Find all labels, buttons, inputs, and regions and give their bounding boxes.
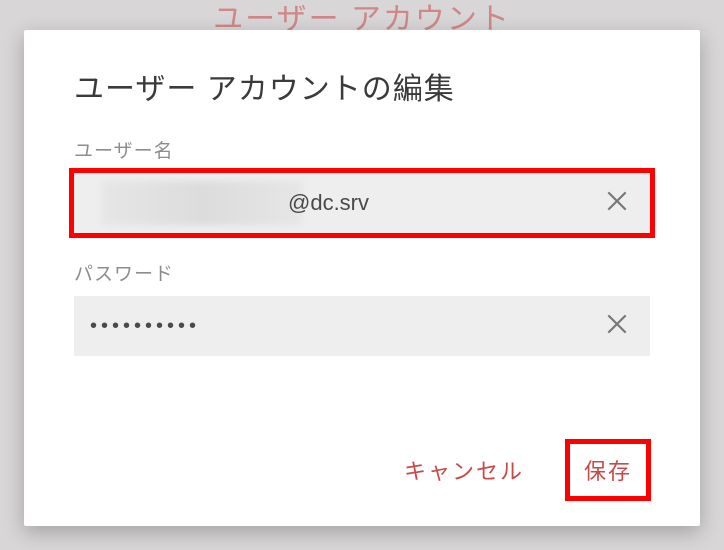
cancel-button[interactable]: キャンセル	[390, 444, 538, 496]
dialog-actions: キャンセル 保存	[74, 444, 650, 496]
clear-username-button[interactable]	[598, 184, 636, 222]
password-label: パスワード	[74, 259, 650, 286]
edit-user-dialog: ユーザー アカウントの編集 ユーザー名 @dc.srv パスワード	[24, 30, 700, 526]
username-redacted	[102, 181, 302, 225]
close-icon	[604, 188, 630, 219]
save-button[interactable]: 保存	[570, 444, 646, 496]
username-field[interactable]: @dc.srv	[88, 173, 598, 233]
username-label: ユーザー名	[74, 136, 650, 163]
password-input[interactable]	[88, 296, 598, 356]
close-icon	[604, 311, 630, 342]
username-input-wrap[interactable]: @dc.srv	[74, 173, 650, 233]
password-input-wrap[interactable]	[74, 296, 650, 356]
username-visible-suffix: @dc.srv	[288, 190, 369, 216]
dialog-title: ユーザー アカウントの編集	[74, 64, 650, 108]
clear-password-button[interactable]	[598, 307, 636, 345]
